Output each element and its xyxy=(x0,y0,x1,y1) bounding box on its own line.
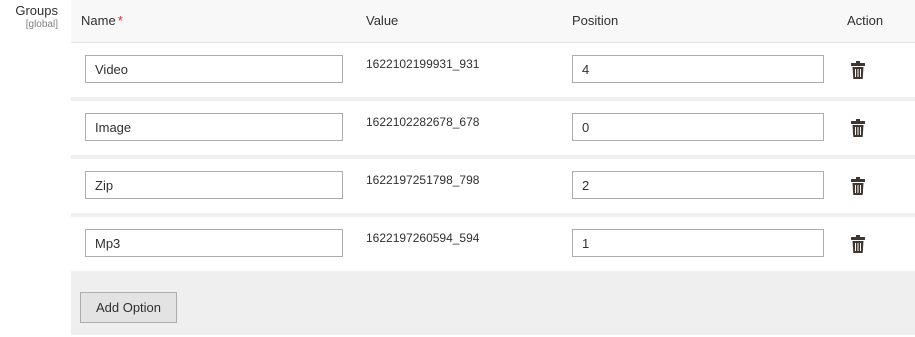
required-marker: * xyxy=(117,13,123,28)
trash-icon[interactable] xyxy=(851,235,865,253)
option-name-input[interactable] xyxy=(85,113,343,141)
option-position-input[interactable] xyxy=(572,229,824,257)
trash-icon[interactable] xyxy=(851,177,865,195)
header-name: Name * xyxy=(81,13,123,28)
header-name-label: Name xyxy=(81,13,116,28)
option-position-input[interactable] xyxy=(572,113,824,141)
option-position-input[interactable] xyxy=(572,171,824,199)
header-action: Action xyxy=(847,13,884,28)
trash-icon[interactable] xyxy=(851,61,865,79)
option-name-input[interactable] xyxy=(85,171,343,199)
field-scope: [global] xyxy=(25,19,58,30)
header-position: Position xyxy=(572,13,619,28)
header-value: Value xyxy=(366,13,399,28)
options-table: Name* Value Position Action 162210219993… xyxy=(71,0,915,335)
table-header: Name * Value Position Action xyxy=(71,0,915,43)
option-value: 1622102199931_931 xyxy=(366,57,480,71)
option-value: 1622197260594_594 xyxy=(366,231,480,245)
table-row: 1622102282678_678 xyxy=(71,101,915,155)
option-value: 1622197251798_798 xyxy=(366,173,480,187)
table-row: 1622102199931_931 xyxy=(71,43,915,97)
option-value: 1622102282678_678 xyxy=(366,115,480,129)
trash-icon[interactable] xyxy=(851,119,865,137)
field-title: Groups xyxy=(15,3,58,18)
groups-field-label: Groups [global] xyxy=(0,3,58,31)
add-option-button[interactable]: Add Option xyxy=(80,292,177,323)
table-row: 1622197260594_594 xyxy=(71,217,915,271)
option-name-input[interactable] xyxy=(85,55,343,83)
option-name-input[interactable] xyxy=(85,229,343,257)
option-position-input[interactable] xyxy=(572,55,824,83)
table-row: 1622197251798_798 xyxy=(71,159,915,213)
